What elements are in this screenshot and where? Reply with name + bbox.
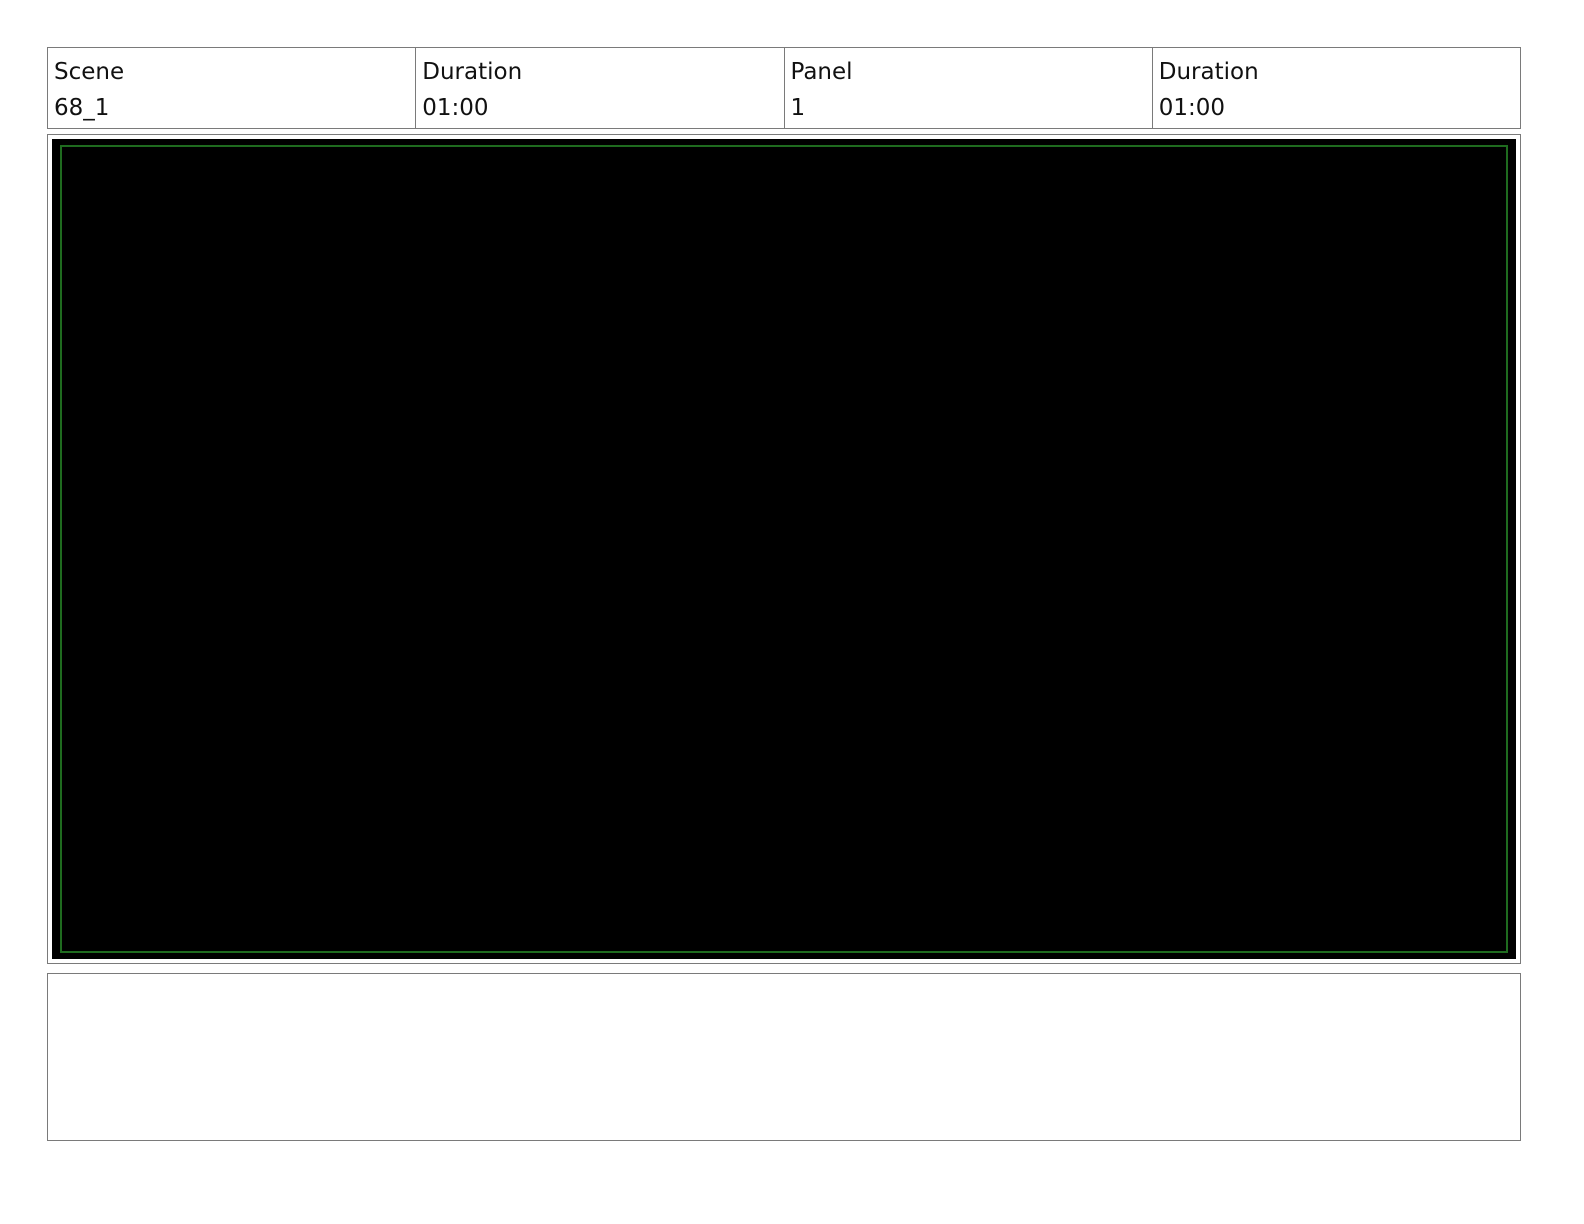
- scene-cell: Scene 68_1: [48, 48, 417, 128]
- scene-duration-label: Duration: [422, 59, 523, 85]
- panel-duration-label: Duration: [1158, 59, 1259, 85]
- panel-notes-box[interactable]: [47, 973, 1521, 1141]
- scene-label: Scene: [54, 59, 125, 85]
- panel-value: 1: [790, 95, 806, 121]
- scene-value: 68_1: [54, 95, 110, 121]
- panel-label: Panel: [790, 59, 853, 85]
- scene-duration-value: 01:00: [422, 95, 489, 121]
- panel-image: [52, 139, 1516, 959]
- storyboard-panel-frame: [47, 134, 1521, 964]
- panel-duration-value: 01:00: [1158, 95, 1226, 121]
- scene-duration-cell: Duration 01:00: [416, 48, 785, 128]
- panel-cell: Panel 1: [785, 48, 1153, 128]
- storyboard-header-table: Scene 68_1 Duration 01:00 Panel 1 Durati…: [47, 47, 1521, 129]
- safe-area-border: [60, 145, 1508, 953]
- panel-duration-cell: Duration 01:00: [1153, 48, 1520, 128]
